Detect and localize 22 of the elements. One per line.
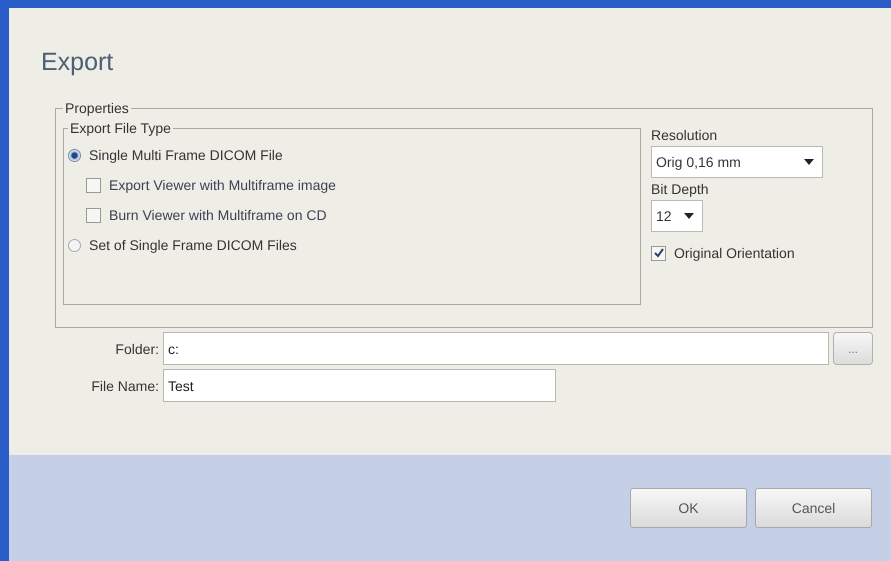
folder-label: Folder: xyxy=(114,340,159,356)
resolution-label: Resolution xyxy=(651,126,718,145)
file-name-field[interactable]: Test xyxy=(163,369,556,402)
caret-icon xyxy=(684,213,694,219)
cancel-button[interactable]: Cancel xyxy=(755,488,872,528)
resolution-dropdown[interactable]: Orig 0,16 mm xyxy=(651,146,823,178)
checkbox-option[interactable]: Export Viewer with Multiframe image xyxy=(68,170,634,200)
check-icon xyxy=(652,247,664,259)
group-legend: Export File Type xyxy=(68,120,173,136)
radio-option[interactable]: Single Multi Frame DICOM File xyxy=(68,140,634,170)
dialog-title: Export xyxy=(41,48,114,78)
caret-icon xyxy=(804,159,814,165)
radio-option[interactable]: Set of Single Frame DICOM Files xyxy=(68,230,634,260)
folder-field[interactable]: c: xyxy=(163,332,829,365)
ok-button[interactable]: OK xyxy=(630,488,747,528)
bit-depth-label: Bit Depth xyxy=(651,180,710,199)
file-name-label: File Name: xyxy=(90,378,159,394)
bit-depth-dropdown[interactable]: 12 xyxy=(651,200,703,232)
checkbox-option[interactable]: Burn Viewer with Multiframe on CD xyxy=(68,200,634,230)
group-legend: Properties xyxy=(63,100,131,116)
browse-button[interactable]: ... xyxy=(833,332,873,365)
orientation-checkbox[interactable]: Original Orientation xyxy=(651,238,823,268)
